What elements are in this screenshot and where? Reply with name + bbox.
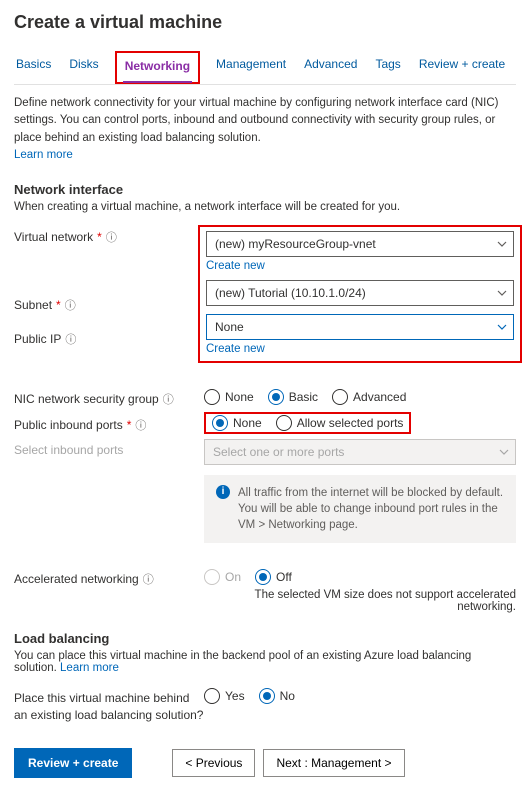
label-nsg: NIC network security group <box>14 392 159 406</box>
lb-radio-yes[interactable]: Yes <box>204 688 245 704</box>
required-marker: * <box>127 418 132 432</box>
highlight-inbound-radios: None Allow selected ports <box>204 412 411 434</box>
label-select-ports: Select inbound ports <box>14 443 123 457</box>
label-accel-networking: Accelerated networking <box>14 572 139 586</box>
info-icon[interactable]: ⓘ <box>106 229 117 245</box>
tab-management[interactable]: Management <box>214 51 288 84</box>
highlight-networking-tab: Networking <box>115 51 200 84</box>
virtual-network-select[interactable]: (new) myResourceGroup-vnet <box>206 231 514 257</box>
section-load-balancing-sub: You can place this virtual machine in th… <box>14 650 516 674</box>
nsg-radio-advanced[interactable]: Advanced <box>332 389 406 405</box>
info-circle-icon: i <box>216 485 230 499</box>
nsg-radio-none[interactable]: None <box>204 389 254 405</box>
info-icon[interactable]: ⓘ <box>65 331 76 347</box>
accel-radio-on: On <box>204 569 241 585</box>
section-network-interface: Network interface <box>14 182 516 197</box>
inbound-radio-allow[interactable]: Allow selected ports <box>276 415 404 431</box>
previous-button[interactable]: < Previous <box>172 749 255 777</box>
vnet-create-new-link[interactable]: Create new <box>206 260 514 272</box>
chevron-down-icon <box>497 239 507 249</box>
accel-radio-off[interactable]: Off <box>255 569 292 585</box>
intro-learn-more-link[interactable]: Learn more <box>14 149 73 161</box>
tab-review[interactable]: Review + create <box>417 51 507 84</box>
tab-tags[interactable]: Tags <box>373 51 402 84</box>
label-inbound-ports: Public inbound ports <box>14 418 123 432</box>
chevron-down-icon <box>497 322 507 332</box>
label-subnet: Subnet <box>14 298 52 312</box>
inbound-info-box: i All traffic from the internet will be … <box>204 475 516 543</box>
nsg-radio-basic[interactable]: Basic <box>268 389 318 405</box>
tab-advanced[interactable]: Advanced <box>302 51 359 84</box>
lb-learn-more-link[interactable]: Learn more <box>60 662 119 674</box>
select-ports-dropdown: Select one or more ports <box>204 439 516 465</box>
tab-disks[interactable]: Disks <box>67 51 100 84</box>
next-button[interactable]: Next : Management > <box>263 749 404 777</box>
info-icon[interactable]: ⓘ <box>143 571 154 587</box>
chevron-down-icon <box>497 288 507 298</box>
label-lb-question: Place this virtual machine behind an exi… <box>14 690 204 724</box>
tab-basics[interactable]: Basics <box>14 51 53 84</box>
lb-radio-no[interactable]: No <box>259 688 295 704</box>
public-ip-create-new-link[interactable]: Create new <box>206 343 514 355</box>
review-create-button[interactable]: Review + create <box>14 748 132 778</box>
chevron-down-icon <box>499 447 509 457</box>
section-load-balancing: Load balancing <box>14 631 516 646</box>
info-icon[interactable]: ⓘ <box>135 417 146 433</box>
accel-note: The selected VM size does not support ac… <box>204 589 516 613</box>
section-network-interface-sub: When creating a virtual machine, a netwo… <box>14 201 516 213</box>
required-marker: * <box>56 298 61 312</box>
label-public-ip: Public IP <box>14 332 61 346</box>
inbound-radio-none[interactable]: None <box>212 415 262 431</box>
subnet-select[interactable]: (new) Tutorial (10.10.1.0/24) <box>206 280 514 306</box>
highlight-network-fields: (new) myResourceGroup-vnet Create new (n… <box>198 225 522 363</box>
required-marker: * <box>97 230 102 244</box>
intro-text: Define network connectivity for your vir… <box>14 95 516 164</box>
label-virtual-network: Virtual network <box>14 230 93 244</box>
tab-networking[interactable]: Networking <box>123 53 192 83</box>
wizard-tabs: Basics Disks Networking Management Advan… <box>14 51 516 85</box>
page-title: Create a virtual machine <box>14 12 516 33</box>
public-ip-select[interactable]: None <box>206 314 514 340</box>
info-icon[interactable]: ⓘ <box>65 297 76 313</box>
info-icon[interactable]: ⓘ <box>163 391 174 407</box>
